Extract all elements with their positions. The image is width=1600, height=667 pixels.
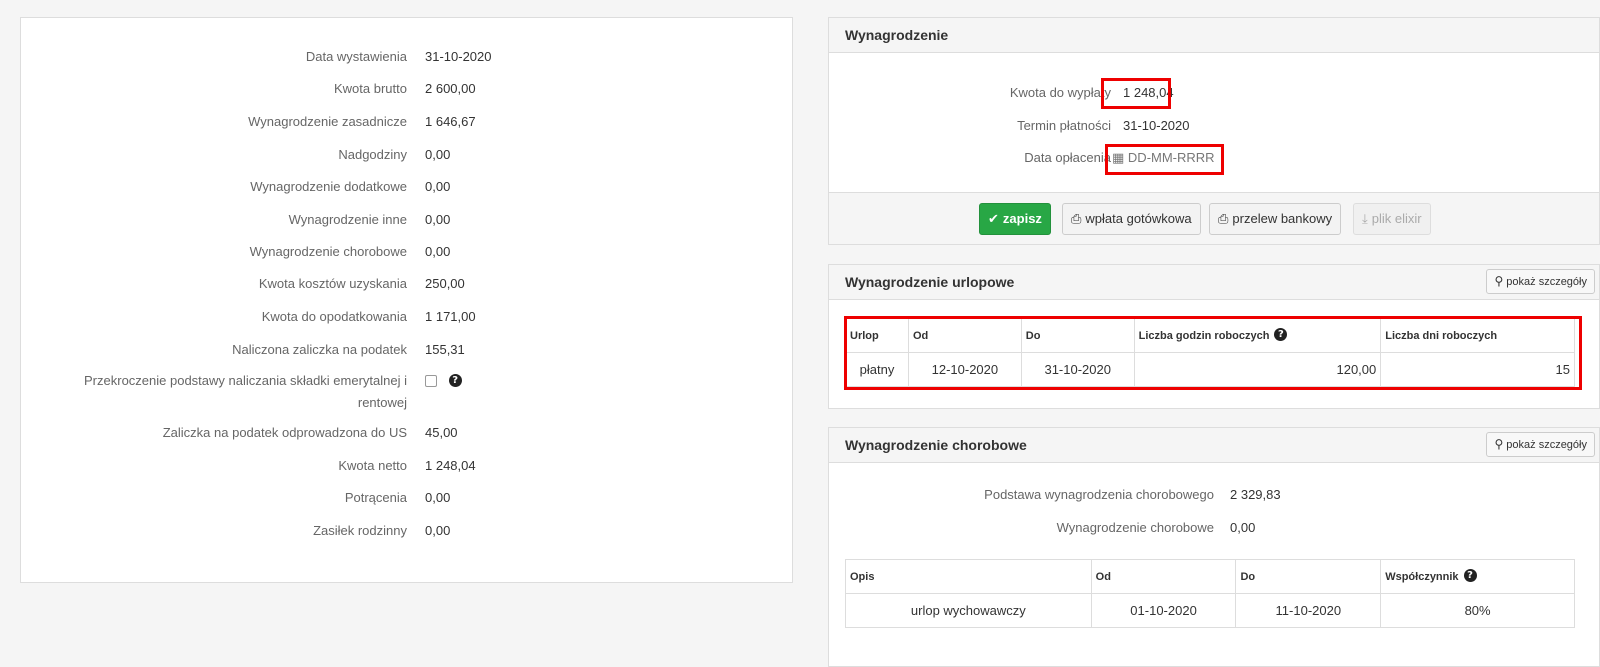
cell-coefficient: 80% bbox=[1380, 593, 1575, 628]
summary-value: ? bbox=[425, 370, 462, 392]
summary-label: Wynagrodzenie dodatkowe bbox=[250, 179, 407, 194]
due-date-value: 31-10-2020 bbox=[1123, 118, 1190, 133]
sick-pay-panel: Wynagrodzenie chorobowe ⚲ pokaż szczegóły… bbox=[828, 427, 1600, 667]
panel-title-text: Wynagrodzenie urlopowe bbox=[845, 274, 1015, 290]
amount-to-pay-label: Kwota do wypłaty bbox=[1009, 85, 1111, 100]
summary-value: 250,00 bbox=[425, 276, 465, 291]
save-label: zapisz bbox=[1002, 211, 1042, 226]
elixir-file-label: plik elixir bbox=[1371, 211, 1422, 226]
check-icon: ✔ bbox=[988, 211, 999, 226]
column-header: Od bbox=[1090, 559, 1237, 594]
highlight-box bbox=[844, 316, 1582, 390]
question-circle-icon[interactable]: ? bbox=[448, 374, 462, 388]
sick-table: Opis Od Do Współczynnik? urlop wychowawc… bbox=[845, 559, 1575, 628]
search-icon: ⚲ bbox=[1494, 274, 1504, 288]
summary-label: Wynagrodzenie inne bbox=[288, 212, 407, 227]
summary-label: Wynagrodzenie chorobowe bbox=[249, 244, 407, 259]
due-date-row: Termin płatności 31-10-2020 bbox=[829, 115, 1599, 137]
summary-value: 1 171,00 bbox=[425, 309, 476, 324]
summary-label: Kwota netto bbox=[338, 458, 407, 473]
save-button[interactable]: ✔ zapisz bbox=[979, 203, 1051, 235]
sick-base-label: Podstawa wynagrodzenia chorobowego bbox=[984, 487, 1214, 502]
column-header: Do bbox=[1235, 559, 1382, 594]
cell-to: 11-10-2020 bbox=[1235, 593, 1382, 628]
bank-transfer-button[interactable]: ⎙ przelew bankowy bbox=[1209, 203, 1342, 235]
highlight-box bbox=[1105, 144, 1224, 175]
cell-from: 01-10-2020 bbox=[1090, 593, 1237, 628]
panel-title: Wynagrodzenie chorobowe ⚲ pokaż szczegóły bbox=[829, 428, 1599, 463]
summary-value: 0,00 bbox=[425, 490, 451, 505]
cash-payment-label: wpłata gotówkowa bbox=[1085, 211, 1192, 226]
summary-value: 0,00 bbox=[425, 179, 451, 194]
summary-value: 1 248,04 bbox=[425, 458, 476, 473]
download-icon: ⤓ bbox=[1362, 211, 1368, 226]
summary-value: 31-10-2020 bbox=[425, 49, 492, 64]
bank-transfer-label: przelew bankowy bbox=[1232, 211, 1333, 226]
question-circle-icon[interactable]: ? bbox=[1463, 569, 1477, 583]
column-header: Współczynnik? bbox=[1380, 559, 1575, 594]
summary-label: Potrącenia bbox=[344, 490, 407, 505]
summary-value: 0,00 bbox=[425, 244, 451, 259]
summary-value: 155,31 bbox=[425, 342, 465, 357]
paid-date-label: Data opłacenia bbox=[1024, 150, 1111, 165]
summary-value: 0,00 bbox=[425, 523, 451, 538]
show-details-label: pokaż szczegóły bbox=[1506, 439, 1587, 451]
show-details-button[interactable]: ⚲ pokaż szczegóły bbox=[1486, 269, 1595, 294]
summary-label: Nadgodziny bbox=[338, 147, 407, 162]
vacation-pay-panel: Wynagrodzenie urlopowe ⚲ pokaż szczegóły … bbox=[828, 264, 1600, 409]
amount-to-pay-row: Kwota do wypłaty 1 248,04 bbox=[829, 82, 1599, 104]
due-date-label: Termin płatności bbox=[1017, 118, 1111, 133]
payslip-summary-panel: Data wystawienia 31-10-2020 Kwota brutto… bbox=[20, 17, 793, 583]
summary-value: 0,00 bbox=[425, 147, 451, 162]
summary-label: Naliczona zaliczka na podatek bbox=[232, 342, 407, 357]
summary-label: Przekroczenie podstawy naliczania składk… bbox=[47, 370, 407, 414]
panel-title: Wynagrodzenie urlopowe ⚲ pokaż szczegóły bbox=[829, 265, 1599, 300]
summary-label: Data wystawienia bbox=[305, 49, 407, 64]
show-details-label: pokaż szczegóły bbox=[1506, 276, 1587, 288]
sick-pay-label: Wynagrodzenie chorobowe bbox=[1056, 520, 1214, 535]
sick-base-value: 2 329,83 bbox=[1230, 487, 1281, 502]
summary-label: Kwota brutto bbox=[334, 81, 407, 96]
print-icon: ⎙ bbox=[1071, 211, 1082, 226]
sick-pay-value: 0,00 bbox=[1230, 520, 1256, 535]
sick-base-row: Podstawa wynagrodzenia chorobowego 2 329… bbox=[829, 484, 1599, 506]
salary-actions-bar: ✔ zapisz ⎙ wpłata gotówkowa ⎙ przelew banko… bbox=[829, 192, 1599, 244]
summary-label: Zaliczka na podatek odprowadzona do US bbox=[162, 425, 407, 440]
highlight-box bbox=[1101, 78, 1171, 109]
panel-title-text: Wynagrodzenie chorobowe bbox=[845, 437, 1027, 453]
panel-title: Wynagrodzenie bbox=[829, 18, 1599, 53]
summary-label: Kwota kosztów uzyskania bbox=[258, 276, 407, 291]
column-header: Opis bbox=[845, 559, 1092, 594]
summary-label: Zasiłek rodzinny bbox=[313, 523, 407, 538]
salary-panel: Wynagrodzenie Kwota do wypłaty 1 248,04 … bbox=[828, 17, 1600, 245]
table-header-row: Opis Od Do Współczynnik? bbox=[845, 559, 1575, 594]
print-icon: ⎙ bbox=[1218, 211, 1229, 226]
summary-label: Kwota do opodatkowania bbox=[261, 309, 407, 324]
search-icon: ⚲ bbox=[1494, 437, 1504, 451]
summary-value: 45,00 bbox=[425, 425, 458, 440]
summary-label: Wynagrodzenie zasadnicze bbox=[248, 114, 407, 129]
table-row: urlop wychowawczy 01-10-2020 11-10-2020 … bbox=[845, 593, 1575, 628]
summary-value: 0,00 bbox=[425, 212, 451, 227]
sick-pay-row: Wynagrodzenie chorobowe 0,00 bbox=[829, 517, 1599, 539]
elixir-file-button[interactable]: ⤓ plik elixir bbox=[1353, 203, 1431, 235]
summary-value: 1 646,67 bbox=[425, 114, 476, 129]
summary-value: 2 600,00 bbox=[425, 81, 476, 96]
cell-description: urlop wychowawczy bbox=[845, 593, 1092, 628]
summary-label-line1: Przekroczenie podstawy naliczania składk… bbox=[84, 373, 407, 388]
contribution-limit-checkbox[interactable] bbox=[425, 374, 437, 387]
summary-label-line2: rentowej bbox=[357, 395, 407, 410]
show-details-button[interactable]: ⚲ pokaż szczegóły bbox=[1486, 432, 1595, 457]
cash-payment-button[interactable]: ⎙ wpłata gotówkowa bbox=[1062, 203, 1201, 235]
